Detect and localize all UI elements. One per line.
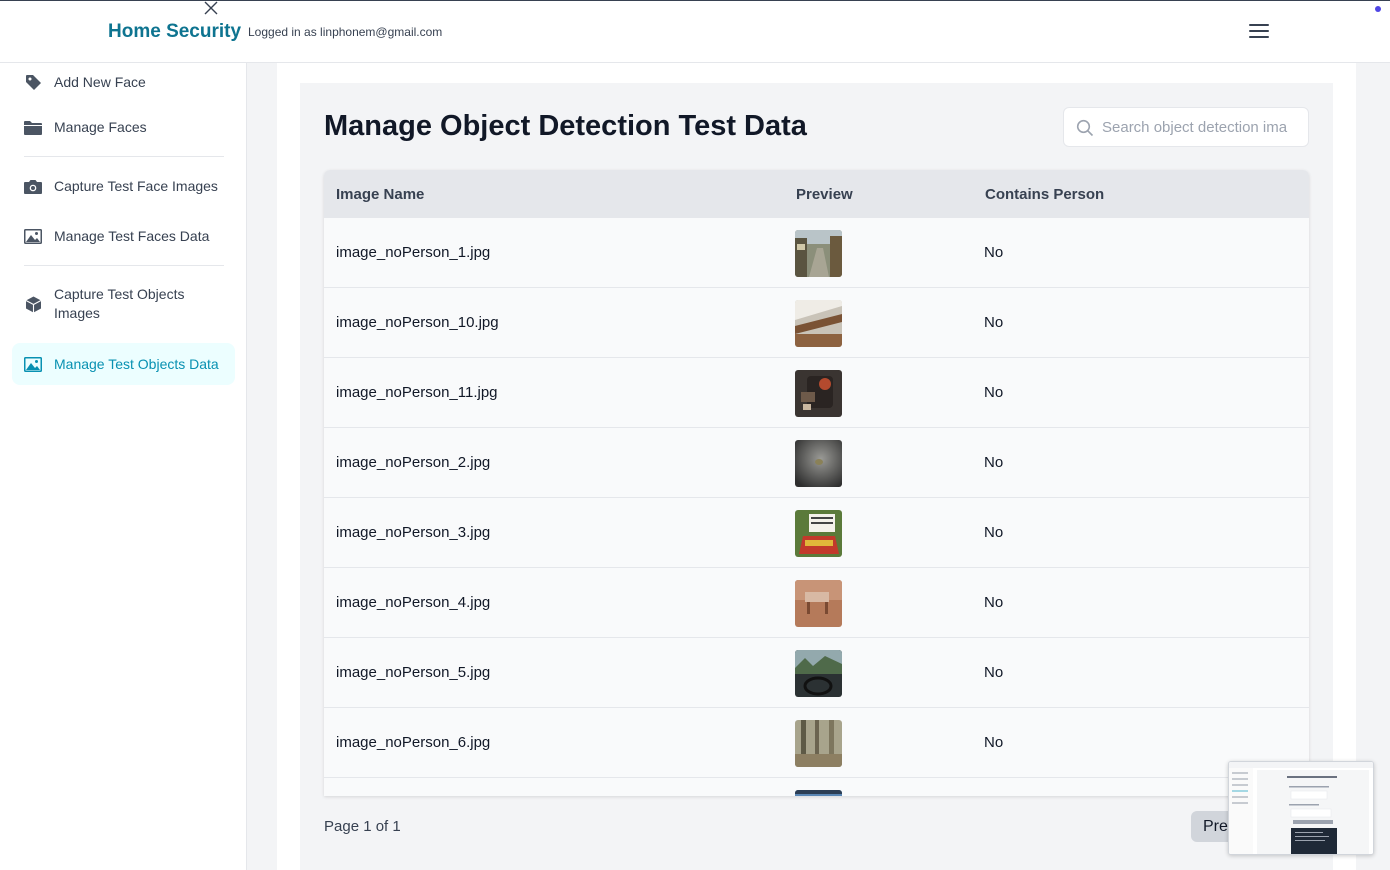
hamburger-menu-icon[interactable] [1249,24,1269,40]
image-icon [24,227,42,245]
table-row[interactable]: image_noPerson_1.jpg No [324,218,1309,288]
search-input[interactable] [1102,108,1307,146]
image-name-cell: image_noPerson_1.jpg [336,244,491,261]
sidebar-item-label: Add New Face [54,73,146,90]
image-name-cell: image_noPerson_2.jpg [336,454,491,471]
sidebar-item-label: Capture Test Face Images [54,177,218,194]
search-icon [1076,119,1094,137]
camera-icon [24,177,42,195]
contains-person-cell: No [984,244,1004,261]
sidebar-item-capture-test-objects-images[interactable]: Capture Test Objects Images [12,283,235,325]
table-row[interactable]: image_noPerson_5.jpg No [324,638,1309,708]
image-preview-thumbnail[interactable] [795,650,842,697]
sidebar-item-manage-test-objects-data[interactable]: Manage Test Objects Data [12,343,235,385]
image-name-cell: image_noPerson_11.jpg [336,384,498,401]
contains-person-cell: No [984,314,1004,331]
cube-icon [24,295,42,313]
sidebar-item-capture-test-face-images[interactable]: Capture Test Face Images [12,171,235,201]
status-dot [1375,6,1381,12]
sidebar-item-manage-test-faces-data[interactable]: Manage Test Faces Data [12,221,235,251]
search-box[interactable] [1063,107,1309,147]
sidebar-divider [24,265,224,266]
column-header-image-name[interactable]: Image Name [336,186,424,203]
table-row[interactable]: image_noPerson_2.jpg No [324,428,1309,498]
image-preview-thumbnail[interactable] [795,300,842,347]
image-preview-thumbnail[interactable] [795,790,842,796]
sidebar-item-manage-faces[interactable]: Manage Faces [12,112,235,142]
image-name-cell: image_noPerson_6.jpg [336,734,491,751]
contains-person-cell: No [984,594,1004,611]
image-preview-thumbnail[interactable] [795,580,842,627]
table-row[interactable]: image_noPerson_11.jpg No [324,358,1309,428]
top-bar: Home Security Logged in as linphonem@gma… [0,0,1390,63]
sidebar-item-label: Manage Test Faces Data [54,227,210,244]
sidebar-divider [24,156,224,157]
image-name-cell: image_noPerson_5.jpg [336,664,491,681]
column-header-contains-person[interactable]: Contains Person [985,186,1104,203]
image-preview-thumbnail[interactable] [795,440,842,487]
table-row[interactable]: image_noPerson_10.jpg No [324,288,1309,358]
data-table: Image Name Preview Contains Person image… [324,170,1309,796]
table-header: Image Name Preview Contains Person [324,170,1309,218]
table-row[interactable]: image_noPerson_6.jpg No [324,708,1309,778]
image-name-cell: image_noPerson_4.jpg [336,594,491,611]
image-preview-thumbnail[interactable] [795,370,842,417]
page-thumbnail-preview[interactable] [1228,761,1374,855]
column-header-preview[interactable]: Preview [796,186,853,203]
contains-person-cell: No [984,734,1004,751]
table-row[interactable]: image_noPerson_4.jpg No [324,568,1309,638]
sidebar-item-label: Capture Test Objects Images [54,286,185,321]
image-name-cell: image_noPerson_3.jpg [336,524,491,541]
image-preview-thumbnail[interactable] [795,230,842,277]
sidebar: Add New Face Manage Faces Capture Test F… [0,63,247,870]
image-icon [24,355,42,373]
page-title: Manage Object Detection Test Data [324,110,807,142]
app-brand[interactable]: Home Security [108,21,241,43]
contains-person-cell: No [984,524,1004,541]
pagination-status: Page 1 of 1 [324,818,401,835]
folder-icon [24,118,42,136]
contains-person-cell: No [984,454,1004,471]
image-preview-thumbnail[interactable] [795,720,842,767]
login-status: Logged in as linphonem@gmail.com [248,25,443,39]
sidebar-item-add-new-face[interactable]: Add New Face [12,67,235,97]
tag-icon [24,73,42,91]
close-icon[interactable] [203,1,219,15]
contains-person-cell: No [984,664,1004,681]
sidebar-item-label: Manage Test Objects Data [54,355,219,372]
table-row[interactable] [324,778,1309,796]
image-preview-thumbnail[interactable] [795,510,842,557]
image-name-cell: image_noPerson_10.jpg [336,314,499,331]
contains-person-cell: No [984,384,1004,401]
table-row[interactable]: image_noPerson_3.jpg No [324,498,1309,568]
sidebar-item-label: Manage Faces [54,118,147,135]
